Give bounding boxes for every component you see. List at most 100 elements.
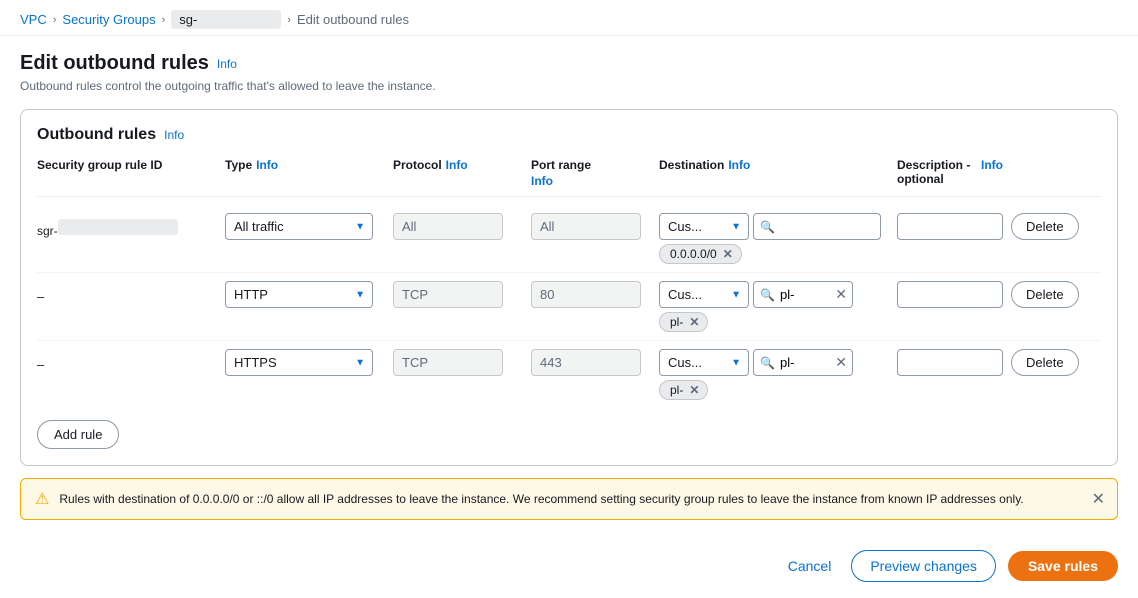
preview-changes-button[interactable]: Preview changes xyxy=(851,550,996,582)
col-dest-info[interactable]: Info xyxy=(728,158,750,172)
row-3-tag-text: pl- xyxy=(670,383,683,397)
row-2-dest-tag-1: pl- ✕ xyxy=(659,312,708,332)
page-title-row: Edit outbound rules Info xyxy=(20,52,1118,75)
row-2-type-select[interactable]: HTTP All traffic HTTPS xyxy=(225,281,373,308)
row-2-tag-text: pl- xyxy=(670,315,683,329)
col-rule-id: Security group rule ID xyxy=(37,158,217,188)
breadcrumb: VPC › Security Groups › › Edit outbound … xyxy=(0,0,1138,36)
row-3-type-select[interactable]: HTTPS All traffic HTTP xyxy=(225,349,373,376)
breadcrumb-sep-1: › xyxy=(53,14,57,26)
row-3-protocol-static: TCP xyxy=(393,349,503,376)
col-type-info[interactable]: Info xyxy=(256,158,278,172)
row-1-desc-input[interactable] xyxy=(897,213,1003,240)
row-3-search-clear-icon[interactable]: ✕ xyxy=(835,354,847,371)
row-2-protocol: TCP xyxy=(393,281,523,308)
row-3-desc xyxy=(897,349,1003,376)
row-2-delete-button[interactable]: Delete xyxy=(1011,281,1079,308)
col-protocol-info[interactable]: Info xyxy=(446,158,468,172)
row-1-protocol: All xyxy=(393,213,523,240)
row-1-tag-close[interactable]: ✕ xyxy=(723,247,733,261)
row-2-dest-tags: pl- ✕ xyxy=(659,312,889,332)
alert-bar: ⚠ Rules with destination of 0.0.0.0/0 or… xyxy=(20,478,1118,520)
row-3-protocol: TCP xyxy=(393,349,523,376)
col-description: Description - optional Info xyxy=(897,158,1003,188)
row-2-search-clear-icon[interactable]: ✕ xyxy=(835,286,847,303)
row-3-dest-select-wrapper: Cus... Anywhere-IPv4 My IP ▼ xyxy=(659,349,749,376)
row-1-delete-button[interactable]: Delete xyxy=(1011,213,1079,240)
row-3-dest-wrapper: Cus... Anywhere-IPv4 My IP ▼ 🔍 ✕ xyxy=(659,349,889,376)
row-3-delete-button[interactable]: Delete xyxy=(1011,349,1079,376)
row-2-tag-close[interactable]: ✕ xyxy=(689,315,699,329)
row-2-desc-input[interactable] xyxy=(897,281,1003,308)
page-info-link[interactable]: Info xyxy=(217,57,237,71)
col-port: Port range Info xyxy=(531,158,651,188)
search-icon: 🔍 xyxy=(760,288,775,302)
col-desc-info[interactable]: Info xyxy=(981,158,1003,172)
row-id-mask xyxy=(58,219,178,235)
row-1-delete: Delete xyxy=(1011,213,1101,240)
col-protocol: Protocol Info xyxy=(393,158,523,188)
alert-message: Rules with destination of 0.0.0.0/0 or :… xyxy=(59,492,1023,506)
row-1-tag-text: 0.0.0.0/0 xyxy=(670,247,717,261)
page-title: Edit outbound rules xyxy=(20,52,209,75)
row-2-delete: Delete xyxy=(1011,281,1101,308)
row-2-port: 80 xyxy=(531,281,651,308)
row-1-dest-select[interactable]: Cus... Anywhere-IPv4 My IP xyxy=(659,213,749,240)
panel-title: Outbound rules xyxy=(37,126,156,144)
col-port-info[interactable]: Info xyxy=(531,174,553,188)
col-type: Type Info xyxy=(225,158,385,188)
row-3-dest-search-wrapper: 🔍 ✕ xyxy=(753,349,853,376)
panel-info-link[interactable]: Info xyxy=(164,128,184,142)
row-3-type: HTTPS All traffic HTTP ▼ xyxy=(225,349,385,376)
cancel-button[interactable]: Cancel xyxy=(780,552,840,580)
row-2-dest-select-wrapper: Cus... Anywhere-IPv4 My IP ▼ xyxy=(659,281,749,308)
row-1-port: All xyxy=(531,213,651,240)
breadcrumb-security-groups-link[interactable]: Security Groups xyxy=(62,12,155,27)
row-1-port-static: All xyxy=(531,213,641,240)
search-icon: 🔍 xyxy=(760,220,775,234)
col-destination: Destination Info xyxy=(659,158,889,188)
breadcrumb-sep-2: › xyxy=(162,14,166,26)
row-2-dest-search-wrapper: 🔍 ✕ xyxy=(753,281,853,308)
row-1-protocol-static: All xyxy=(393,213,503,240)
row-3-tag-close[interactable]: ✕ xyxy=(689,383,699,397)
row-1-type-select[interactable]: All traffic HTTP HTTPS xyxy=(225,213,373,240)
row-1-dest-col: Cus... Anywhere-IPv4 My IP ▼ 🔍 xyxy=(659,213,889,264)
outbound-rules-panel: Outbound rules Info Security group rule … xyxy=(20,109,1118,466)
row-3-dest-select[interactable]: Cus... Anywhere-IPv4 My IP xyxy=(659,349,749,376)
breadcrumb-vpc-link[interactable]: VPC xyxy=(20,12,47,27)
row-1-id: sgr- xyxy=(37,213,217,238)
row-3-dest-col: Cus... Anywhere-IPv4 My IP ▼ 🔍 ✕ xyxy=(659,349,889,400)
add-rule-button[interactable]: Add rule xyxy=(37,420,119,449)
page-subtitle: Outbound rules control the outgoing traf… xyxy=(20,79,1118,93)
breadcrumb-sep-3: › xyxy=(287,14,291,26)
search-icon: 🔍 xyxy=(760,356,775,370)
row-1-desc xyxy=(897,213,1003,240)
row-3-desc-input[interactable] xyxy=(897,349,1003,376)
row-2-desc xyxy=(897,281,1003,308)
main-content: Edit outbound rules Info Outbound rules … xyxy=(0,36,1138,542)
row-1-dest-wrapper: Cus... Anywhere-IPv4 My IP ▼ 🔍 xyxy=(659,213,889,240)
row-2-type: HTTP All traffic HTTPS ▼ xyxy=(225,281,385,308)
row-3-dest-tag-1: pl- ✕ xyxy=(659,380,708,400)
row-1-type-select-wrapper: All traffic HTTP HTTPS ▼ xyxy=(225,213,373,240)
warning-icon: ⚠ xyxy=(35,489,49,509)
breadcrumb-sg-input[interactable] xyxy=(171,10,281,29)
row-2-port-static: 80 xyxy=(531,281,641,308)
row-2-dest-col: Cus... Anywhere-IPv4 My IP ▼ 🔍 ✕ xyxy=(659,281,889,332)
row-1-type: All traffic HTTP HTTPS ▼ xyxy=(225,213,385,240)
save-rules-button[interactable]: Save rules xyxy=(1008,551,1118,581)
row-1-dest-select-wrapper: Cus... Anywhere-IPv4 My IP ▼ xyxy=(659,213,749,240)
row-1-dest-tags: 0.0.0.0/0 ✕ xyxy=(659,244,889,264)
table-row: – HTTP All traffic HTTPS ▼ TCP 80 xyxy=(37,273,1101,341)
alert-close-icon[interactable]: ✕ xyxy=(1092,489,1105,509)
row-2-dest-select[interactable]: Cus... Anywhere-IPv4 My IP xyxy=(659,281,749,308)
row-2-type-select-wrapper: HTTP All traffic HTTPS ▼ xyxy=(225,281,373,308)
row-3-id: – xyxy=(37,349,217,372)
panel-title-row: Outbound rules Info xyxy=(37,126,1101,144)
row-2-dest-wrapper: Cus... Anywhere-IPv4 My IP ▼ 🔍 ✕ xyxy=(659,281,889,308)
row-3-port: 443 xyxy=(531,349,651,376)
table-header: Security group rule ID Type Info Protoco… xyxy=(37,158,1101,197)
col-actions xyxy=(1011,158,1101,188)
table-row: – HTTPS All traffic HTTP ▼ TCP 44 xyxy=(37,341,1101,408)
